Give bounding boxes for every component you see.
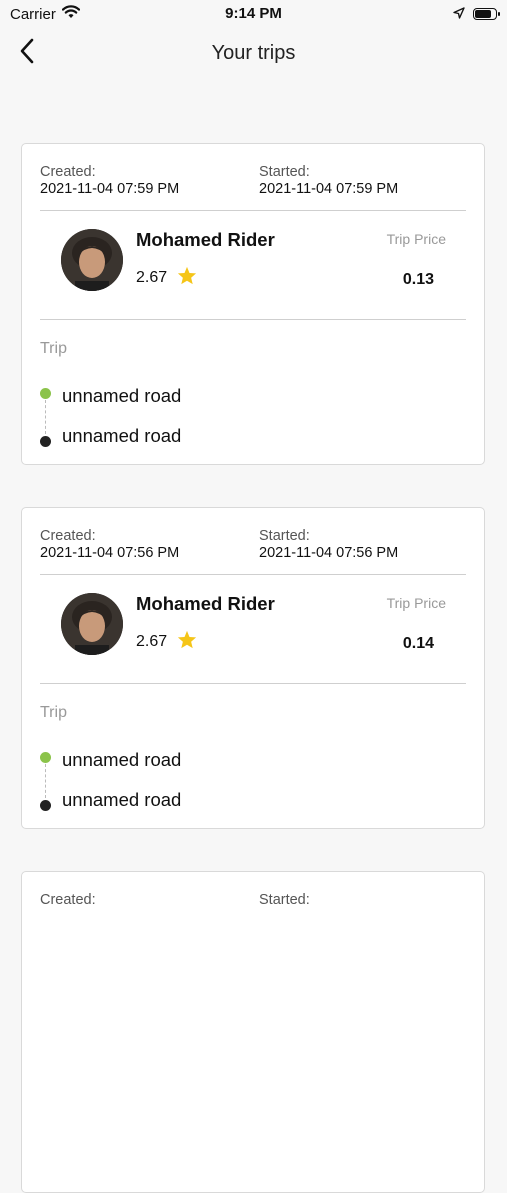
trip-price-label: Trip Price — [386, 595, 446, 611]
rider-rating: 2.67 — [136, 266, 197, 290]
battery-icon — [473, 8, 500, 20]
started-label: Started: — [259, 528, 310, 544]
rating-value: 2.67 — [136, 269, 168, 286]
rider-name: Mohamed Rider — [136, 229, 275, 250]
started-block: Started: 2021-11-04 07:56 PM — [259, 528, 398, 561]
trip-section-label: Trip — [40, 704, 67, 721]
back-button[interactable] — [12, 38, 42, 68]
divider — [40, 683, 466, 684]
created-label: Created: — [40, 164, 96, 180]
created-label: Created: — [40, 528, 96, 544]
created-block: Created: 2021-11-04 07:56 PM — [40, 528, 179, 561]
dropoff-location: unnamed road — [62, 789, 182, 810]
divider — [40, 210, 466, 211]
star-icon — [177, 266, 197, 290]
pickup-dot-icon — [40, 752, 51, 763]
pickup-location: unnamed road — [62, 385, 182, 406]
trip-card-header: Created: Started: — [40, 892, 466, 938]
star-icon — [177, 630, 197, 654]
avatar — [61, 593, 123, 655]
trip-card[interactable]: Created: Started: — [21, 871, 485, 1193]
divider — [40, 574, 466, 575]
created-label: Created: — [40, 892, 96, 908]
pickup-dot-icon — [40, 388, 51, 399]
started-label: Started: — [259, 892, 310, 908]
route-line — [45, 400, 46, 434]
created-value: 2021-11-04 07:56 PM — [40, 545, 180, 561]
trip-card[interactable]: Created: 2021-11-04 07:59 PM Started: 20… — [21, 143, 485, 465]
created-block: Created: — [40, 892, 96, 908]
battery-fill — [475, 10, 491, 18]
started-value: 2021-11-04 07:56 PM — [259, 545, 399, 561]
pickup-location: unnamed road — [62, 749, 182, 770]
trip-card-header: Created: 2021-11-04 07:59 PM Started: 20… — [40, 164, 466, 210]
chevron-left-icon — [19, 38, 35, 69]
page-title: Your trips — [211, 41, 296, 64]
status-bar: Carrier 9:14 PM — [0, 0, 507, 28]
rider-name: Mohamed Rider — [136, 593, 275, 614]
started-block: Started: 2021-11-04 07:59 PM — [259, 164, 398, 197]
status-time: 9:14 PM — [225, 5, 282, 22]
trip-card-header: Created: 2021-11-04 07:56 PM Started: 20… — [40, 528, 466, 574]
dropoff-dot-icon — [40, 800, 51, 811]
avatar — [61, 229, 123, 291]
rating-value: 2.67 — [136, 633, 168, 650]
rider-rating: 2.67 — [136, 630, 197, 654]
dropoff-location: unnamed road — [62, 425, 182, 446]
divider — [40, 319, 466, 320]
trip-card[interactable]: Created: 2021-11-04 07:56 PM Started: 20… — [21, 507, 485, 829]
created-value: 2021-11-04 07:59 PM — [40, 181, 180, 197]
trip-price-label: Trip Price — [386, 231, 446, 247]
created-block: Created: 2021-11-04 07:59 PM — [40, 164, 179, 197]
route-line — [45, 764, 46, 798]
started-block: Started: — [259, 892, 310, 908]
started-value: 2021-11-04 07:59 PM — [259, 181, 399, 197]
nav-bar: Your trips — [0, 28, 507, 78]
trip-price-value: 0.14 — [402, 635, 434, 652]
trip-price-value: 0.13 — [402, 271, 434, 288]
started-label: Started: — [259, 164, 310, 180]
dropoff-dot-icon — [40, 436, 51, 447]
trip-section-label: Trip — [40, 340, 67, 357]
